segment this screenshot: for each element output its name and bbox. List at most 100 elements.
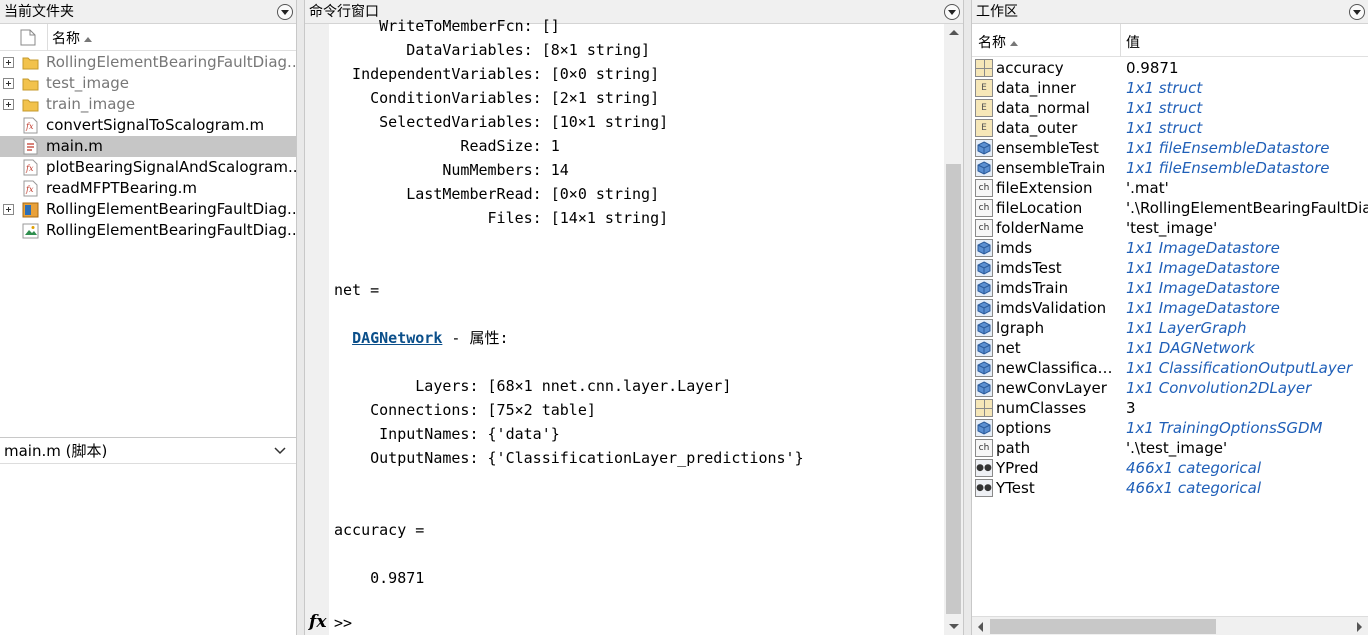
- workspace-row[interactable]: imds 1x1 ImageDatastore: [972, 238, 1368, 258]
- command-prompt[interactable]: >>: [334, 614, 352, 632]
- file-list-item[interactable]: train_image: [0, 94, 296, 115]
- dagnetwork-link[interactable]: DAGNetwork: [352, 329, 442, 347]
- command-output-line: [334, 230, 804, 254]
- expand-icon[interactable]: [3, 78, 14, 89]
- variable-name: imdsTest: [996, 259, 1062, 277]
- image-icon: [22, 223, 39, 239]
- file-list-item[interactable]: fx readMFPTBearing.m: [0, 178, 296, 199]
- scroll-thumb[interactable]: [990, 619, 1216, 634]
- file-list-item[interactable]: fx plotBearingSignalAndScalogram....: [0, 157, 296, 178]
- ws-col-value[interactable]: 值: [1126, 32, 1140, 52]
- command-output-line: LastMemberRead: [0×0 string]: [334, 185, 660, 203]
- command-vertical-scrollbar[interactable]: [944, 24, 963, 635]
- command-output-line: SelectedVariables: [10×1 string]: [334, 113, 669, 131]
- variable-name: fileExtension: [996, 179, 1093, 197]
- fx-icon[interactable]: fx: [309, 612, 326, 632]
- file-name: RollingElementBearingFaultDiag...: [46, 53, 296, 71]
- variable-value: 1x1 Convolution2DLayer: [1126, 379, 1312, 397]
- object-variable-icon: [975, 279, 993, 297]
- variable-value: 1x1 ImageDatastore: [1126, 239, 1280, 257]
- file-list-item[interactable]: RollingElementBearingFaultDiag...: [0, 199, 296, 220]
- workspace-row[interactable]: imdsTrain 1x1 ImageDatastore: [972, 278, 1368, 298]
- panel-actions-icon[interactable]: [1349, 4, 1365, 20]
- workspace-row[interactable]: imdsTest 1x1 ImageDatastore: [972, 258, 1368, 278]
- scroll-right-icon[interactable]: [1357, 622, 1362, 632]
- variable-name: imds: [996, 239, 1033, 257]
- file-list-item[interactable]: RollingElementBearingFaultDiag...: [0, 52, 296, 73]
- char-variable-icon: ch: [975, 219, 993, 237]
- workspace-row[interactable]: options 1x1 TrainingOptionsSGDM: [972, 418, 1368, 438]
- variable-value: 1x1 DAGNetwork: [1126, 339, 1255, 357]
- folder-icon: [22, 78, 39, 91]
- panel-actions-icon[interactable]: [277, 4, 293, 20]
- object-variable-icon: [975, 359, 993, 377]
- scroll-left-icon[interactable]: [978, 622, 983, 632]
- workspace-row[interactable]: net 1x1 DAGNetwork: [972, 338, 1368, 358]
- workspace-row[interactable]: ●● YTest 466x1 categorical: [972, 478, 1368, 498]
- object-variable-icon: [975, 239, 993, 257]
- workspace-row[interactable]: Edata_inner 1x1 struct: [972, 78, 1368, 98]
- numeric-variable-icon: [975, 59, 993, 77]
- file-list-item[interactable]: test_image: [0, 73, 296, 94]
- folder-col-name[interactable]: 名称: [52, 28, 92, 48]
- object-variable-icon: [975, 259, 993, 277]
- command-output-line: [334, 494, 804, 518]
- workspace-horizontal-scrollbar[interactable]: [972, 616, 1368, 635]
- workspace-row[interactable]: ch fileLocation '.\RollingElementBearingFa…: [972, 198, 1368, 218]
- scroll-down-icon[interactable]: [949, 624, 959, 629]
- command-output-line: OutputNames: {'ClassificationLayer_predi…: [334, 449, 804, 467]
- chevron-down-icon[interactable]: [274, 447, 286, 455]
- workspace-row[interactable]: lgraph 1x1 LayerGraph: [972, 318, 1368, 338]
- scroll-up-icon[interactable]: [949, 30, 959, 35]
- workspace-row[interactable]: ch fileExtension '.mat': [972, 178, 1368, 198]
- command-output-line: Layers: [68×1 nnet.cnn.layer.Layer]: [334, 377, 732, 395]
- workspace-row[interactable]: newClassificati... 1x1 ClassificationOutp…: [972, 358, 1368, 378]
- file-name: convertSignalToScalogram.m: [46, 116, 265, 134]
- details-header[interactable]: main.m (脚本): [0, 438, 296, 464]
- variable-value: 0.9871: [1126, 59, 1179, 77]
- command-output-line: ConditionVariables: [2×1 string]: [334, 89, 660, 107]
- function-icon: fx: [23, 159, 38, 176]
- variable-value: '.\test_image': [1126, 439, 1228, 457]
- workspace-row[interactable]: ch path '.\test_image': [972, 438, 1368, 458]
- package-icon: [22, 202, 39, 218]
- workspace-row[interactable]: numClasses 3: [972, 398, 1368, 418]
- expand-icon[interactable]: [3, 57, 14, 68]
- command-window-panel[interactable]: 命令行窗口 WriteToMemberFcn: [] DataVariables…: [304, 0, 964, 635]
- workspace-row[interactable]: ensembleTrain 1x1 fileEnsembleDatastore: [972, 158, 1368, 178]
- variable-name: newClassificati...: [996, 359, 1118, 377]
- function-icon: fx: [23, 117, 38, 134]
- variable-name: accuracy: [996, 59, 1064, 77]
- expand-icon[interactable]: [3, 204, 14, 215]
- variable-value: 1x1 fileEnsembleDatastore: [1126, 139, 1330, 157]
- file-list-item[interactable]: RollingElementBearingFaultDiag...: [0, 220, 296, 241]
- file-list-item[interactable]: fx convertSignalToScalogram.m: [0, 115, 296, 136]
- workspace-row[interactable]: Edata_normal 1x1 struct: [972, 98, 1368, 118]
- expand-icon[interactable]: [3, 99, 14, 110]
- workspace-row[interactable]: imdsValidation 1x1 ImageDatastore: [972, 298, 1368, 318]
- command-output-line: [334, 542, 804, 566]
- object-variable-icon: [975, 419, 993, 437]
- variable-name: numClasses: [996, 399, 1087, 417]
- struct-variable-icon: E: [975, 99, 993, 117]
- workspace-titlebar: 工作区: [972, 0, 1368, 24]
- scroll-thumb[interactable]: [946, 164, 961, 614]
- details-title: main.m (脚本): [4, 442, 108, 460]
- workspace-row[interactable]: ch folderName 'test_image': [972, 218, 1368, 238]
- command-output-line: net =: [334, 281, 380, 299]
- folder-column-header[interactable]: 名称: [0, 24, 296, 51]
- workspace-row[interactable]: ●● YPred 466x1 categorical: [972, 458, 1368, 478]
- variable-value: '.mat': [1126, 179, 1169, 197]
- current-folder-titlebar: 当前文件夹: [0, 0, 296, 24]
- workspace-row[interactable]: Edata_outer 1x1 struct: [972, 118, 1368, 138]
- workspace-row[interactable]: ensembleTest 1x1 fileEnsembleDatastore: [972, 138, 1368, 158]
- file-name: readMFPTBearing.m: [46, 179, 198, 197]
- panel-actions-icon[interactable]: [944, 4, 960, 20]
- object-variable-icon: [975, 159, 993, 177]
- command-output-line: InputNames: {'data'}: [334, 425, 560, 443]
- file-list-item[interactable]: main.m: [0, 136, 296, 157]
- ws-col-name[interactable]: 名称: [978, 32, 1018, 52]
- workspace-row[interactable]: accuracy 0.9871: [972, 58, 1368, 78]
- workspace-row[interactable]: newConvLayer 1x1 Convolution2DLayer: [972, 378, 1368, 398]
- file-type-column-icon: [20, 29, 36, 46]
